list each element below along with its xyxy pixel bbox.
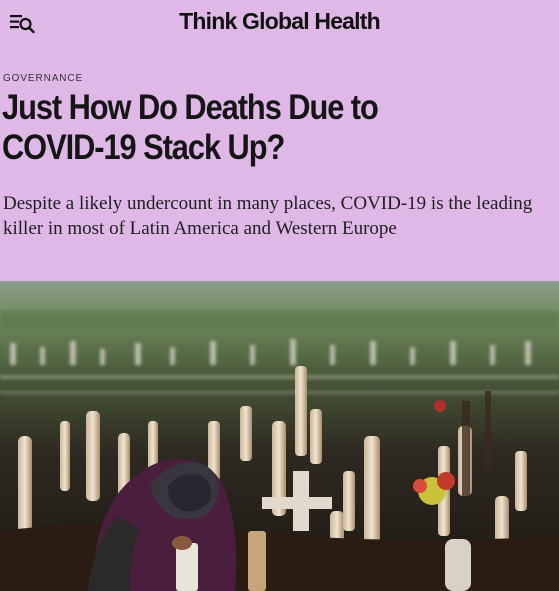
site-logo[interactable]: Think Global Health [0, 8, 559, 35]
article-title: Just How Do Deaths Due to COVID-19 Stack… [2, 88, 379, 167]
category-link[interactable]: GOVERNANCE [3, 73, 83, 84]
hero-image [0, 281, 559, 591]
article-dek: Despite a likely undercount in many plac… [3, 193, 533, 239]
site-header: Think Global Health [0, 0, 559, 48]
